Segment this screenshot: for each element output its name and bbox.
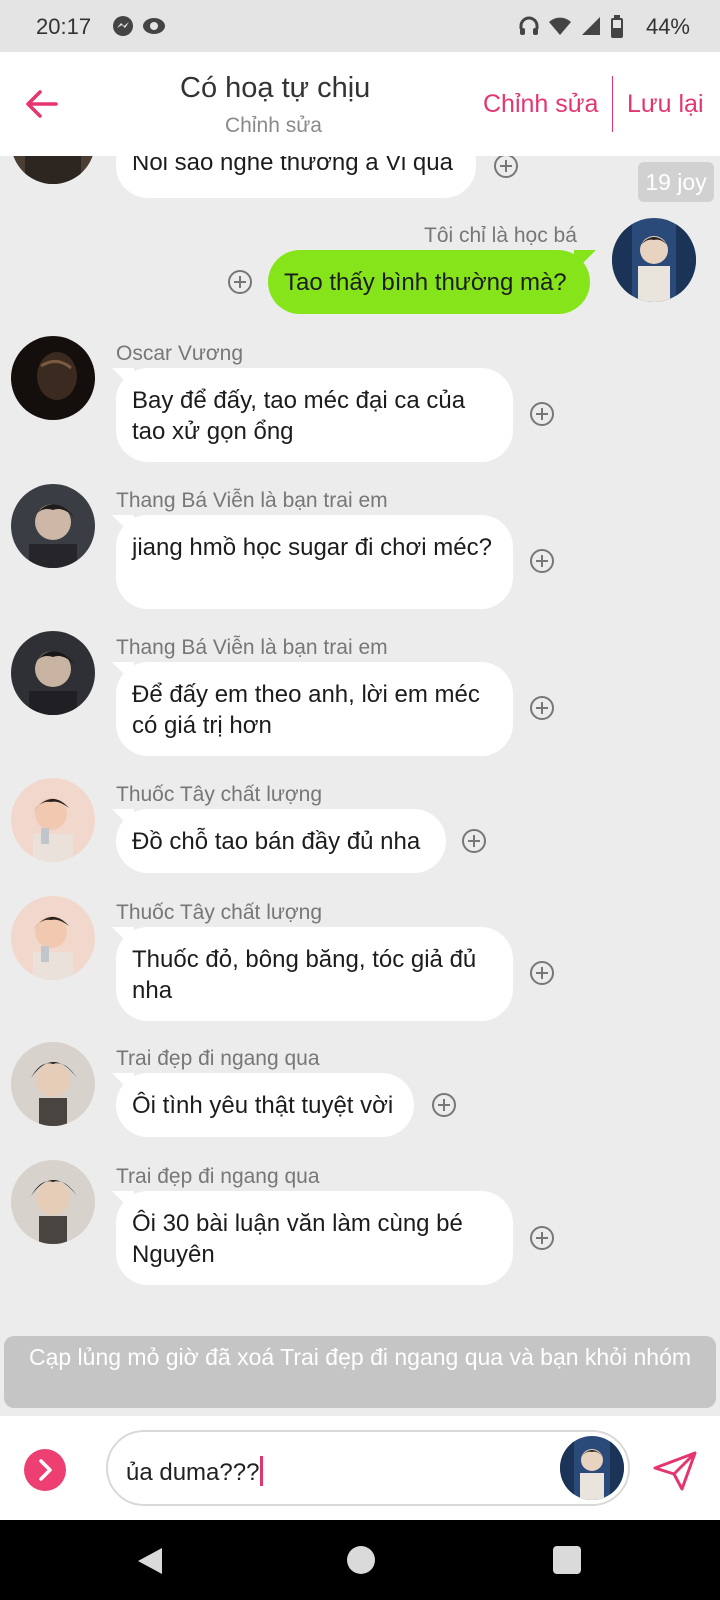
- page-subtitle: Chỉnh sửa: [225, 114, 322, 137]
- add-reaction-icon[interactable]: [494, 156, 518, 178]
- messenger-icon: [112, 15, 134, 42]
- header-divider: [612, 76, 613, 132]
- message-text: Ôi 30 bài luận văn làm cùng bé Nguyên: [132, 1210, 463, 1268]
- headphones-icon: [518, 15, 540, 44]
- message-text: Tao thấy bình thường mà?: [284, 269, 567, 296]
- expand-button[interactable]: [24, 1449, 66, 1491]
- send-icon[interactable]: [652, 1450, 698, 1492]
- sender-name: Thuốc Tây chất lượng: [116, 783, 323, 806]
- add-reaction-icon[interactable]: [530, 1226, 554, 1250]
- message-bubble[interactable]: Bay để đấy, tao méc đại ca của tao xử gọ…: [112, 368, 513, 462]
- sender-name: Thang Bá Viễn là bạn trai em: [116, 636, 388, 659]
- nav-recents-icon[interactable]: [553, 1546, 581, 1574]
- status-time: 20:17: [36, 14, 92, 39]
- composer-bar: ủa duma???: [0, 1416, 720, 1520]
- bubble-tail: [112, 662, 134, 684]
- status-bar: 20:17 44%: [0, 0, 720, 52]
- chat-list[interactable]: Nói sao nghe thương ả Vi quá 19 joy Tôi …: [0, 156, 720, 1416]
- message-bubble[interactable]: Thuốc đỏ, bông băng, tóc giả đủ nha: [112, 927, 513, 1021]
- nav-back-icon[interactable]: [136, 1546, 164, 1581]
- sender-name: Oscar Vương: [116, 342, 244, 365]
- avatar[interactable]: [11, 1160, 95, 1244]
- message-text: Đồ chỗ tao bán đầy đủ nha: [132, 828, 421, 855]
- my-message-bubble[interactable]: Tao thấy bình thường mà?: [268, 250, 596, 314]
- sender-name: Tôi chỉ là học bá: [424, 224, 577, 247]
- bubble-tail: [574, 250, 596, 272]
- bubble-tail: [112, 368, 134, 390]
- input-value: ủa duma???: [126, 1459, 260, 1486]
- edit-button[interactable]: Chỉnh sửa: [483, 90, 598, 119]
- message-bubble[interactable]: Đồ chỗ tao bán đầy đủ nha: [112, 809, 446, 873]
- wifi-icon: [548, 15, 572, 44]
- message-text: Để đấy em theo anh, lời em méc có giá tr…: [132, 681, 480, 739]
- message-bubble[interactable]: Để đấy em theo anh, lời em méc có giá tr…: [112, 662, 513, 756]
- save-button[interactable]: Lưu lại: [627, 90, 704, 119]
- battery-icon: [610, 15, 624, 44]
- message-input-text[interactable]: ủa duma???: [126, 1456, 264, 1487]
- system-notice: Cạp lủng mỏ giờ đã xoá Trai đẹp đi ngang…: [4, 1336, 716, 1408]
- add-reaction-icon[interactable]: [432, 1093, 456, 1117]
- nav-home-icon[interactable]: [347, 1546, 375, 1574]
- add-reaction-icon[interactable]: [530, 402, 554, 426]
- message-text: Ôi tình yêu thật tuyệt vời: [132, 1092, 394, 1119]
- signal-icon: [580, 15, 602, 44]
- avatar[interactable]: [11, 896, 95, 980]
- message-bubble[interactable]: Nói sao nghe thương ả Vi quá: [116, 156, 476, 198]
- bubble-tail: [112, 927, 134, 949]
- battery-percent: 44%: [645, 14, 690, 39]
- bubble-tail: [112, 809, 134, 831]
- avatar[interactable]: [11, 336, 95, 420]
- add-reaction-icon[interactable]: [530, 549, 554, 573]
- eye-icon: [142, 15, 166, 42]
- add-reaction-icon[interactable]: [530, 961, 554, 985]
- system-nav-bar: [0, 1520, 720, 1600]
- app-header: Có hoạ tự chịu Chỉnh sửa Chỉnh sửa Lưu l…: [0, 52, 720, 156]
- message-input[interactable]: ủa duma???: [106, 1430, 630, 1506]
- message-text: Thuốc đỏ, bông băng, tóc giả đủ nha: [132, 946, 477, 1004]
- avatar[interactable]: [11, 778, 95, 862]
- my-avatar[interactable]: [612, 218, 696, 302]
- sender-name: Trai đẹp đi ngang qua: [116, 1047, 320, 1070]
- page-title: Có hoạ tự chịu: [180, 72, 371, 104]
- sender-name: Thang Bá Viễn là bạn trai em: [116, 489, 388, 512]
- message-text: jiang hmồ học sugar đi chơi méc?: [132, 534, 492, 561]
- bubble-tail: [112, 1191, 134, 1213]
- bubble-tail: [112, 1073, 134, 1095]
- chevron-right-icon: [39, 1459, 52, 1481]
- add-reaction-icon[interactable]: [228, 270, 252, 294]
- sender-name: Trai đẹp đi ngang qua: [116, 1165, 320, 1188]
- message-bubble[interactable]: Ôi tình yêu thật tuyệt vời: [112, 1073, 414, 1137]
- sender-avatar-picker[interactable]: [560, 1436, 624, 1500]
- message-text: Bay để đấy, tao méc đại ca của tao xử gọ…: [132, 387, 466, 445]
- joy-badge: 19 joy: [638, 162, 714, 202]
- sender-name: Thuốc Tây chất lượng: [116, 901, 323, 924]
- avatar[interactable]: [11, 156, 95, 184]
- avatar[interactable]: [11, 484, 95, 568]
- avatar[interactable]: [11, 631, 95, 715]
- back-arrow-icon[interactable]: [24, 86, 60, 122]
- message-bubble[interactable]: Ôi 30 bài luận văn làm cùng bé Nguyên: [112, 1191, 513, 1285]
- text-caret: [260, 1456, 264, 1486]
- avatar[interactable]: [11, 1042, 95, 1126]
- bubble-tail: [112, 515, 134, 537]
- add-reaction-icon[interactable]: [530, 696, 554, 720]
- message-text: Nói sao nghe thương ả Vi quá: [132, 156, 453, 176]
- message-bubble[interactable]: jiang hmồ học sugar đi chơi méc?: [112, 515, 513, 609]
- add-reaction-icon[interactable]: [462, 829, 486, 853]
